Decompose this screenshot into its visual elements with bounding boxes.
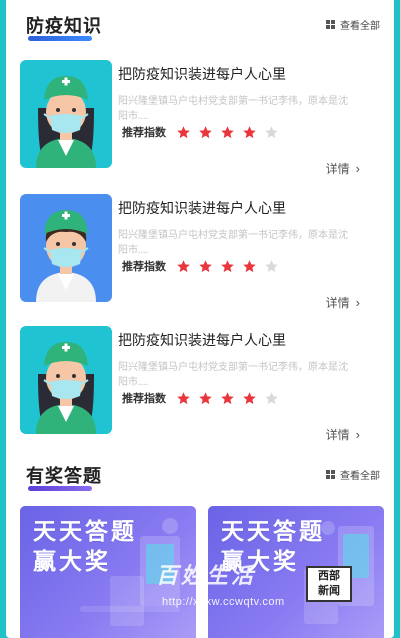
main-card: 防疫知识 查看全部 把防疫知识装进每户人心里 阳兴隆堡镇马户屯村党支部第一书记李…	[6, 0, 394, 638]
banner-1-line1: 天天答题	[33, 518, 137, 544]
star-filled-icon	[199, 391, 212, 404]
watermark-badge: 西部 新闻	[306, 566, 352, 602]
star-filled-icon	[243, 391, 256, 404]
knowledge-section-title: 防疫知识	[26, 16, 102, 36]
knowledge-title-underline	[28, 36, 92, 41]
quiz-title-underline	[28, 486, 92, 491]
article-rating: 推荐指数	[122, 124, 286, 140]
star-empty-icon	[265, 259, 278, 272]
watermark-url: http://xbxw.ccwqtv.com	[162, 596, 285, 608]
article-title[interactable]: 把防疫知识装进每户人心里	[118, 330, 378, 350]
star-filled-icon	[221, 391, 234, 404]
star-filled-icon	[243, 259, 256, 272]
article-description: 阳兴隆堡镇马户屯村党支部第一书记李伟，原本是沈阳市....	[118, 362, 348, 388]
article-description: 阳兴隆堡镇马户屯村党支部第一书记李伟，原本是沈阳市....	[118, 230, 348, 256]
banner-1-text: 天天答题 赢大奖	[33, 516, 137, 576]
chevron-right-icon: ›	[355, 161, 360, 176]
watermark-badge-line1: 西部	[318, 570, 340, 582]
chevron-right-icon: ›	[355, 427, 360, 442]
star-filled-icon	[177, 125, 190, 138]
article-title[interactable]: 把防疫知识装进每户人心里	[118, 64, 378, 84]
watermark-badge-line2: 新闻	[318, 585, 340, 597]
grid-icon	[326, 470, 335, 479]
article-title[interactable]: 把防疫知识装进每户人心里	[118, 198, 378, 218]
rating-label: 推荐指数	[122, 127, 166, 139]
star-filled-icon	[177, 391, 190, 404]
article-detail-link[interactable]: 详情 ›	[326, 160, 360, 177]
knowledge-view-all-button[interactable]: 查看全部	[326, 17, 380, 32]
detail-label: 详情	[325, 428, 350, 442]
star-filled-icon	[199, 125, 212, 138]
star-empty-icon	[265, 125, 278, 138]
article-item[interactable]: 把防疫知识装进每户人心里 阳兴隆堡镇马户屯村党支部第一书记李伟，原本是沈阳市..…	[6, 194, 394, 322]
rating-label: 推荐指数	[122, 261, 166, 273]
star-filled-icon	[199, 259, 212, 272]
star-filled-icon	[177, 259, 190, 272]
female-doctor-icon	[20, 326, 112, 434]
detail-label: 详情	[325, 162, 350, 176]
article-rating: 推荐指数	[122, 258, 286, 274]
article-description: 阳兴隆堡镇马户屯村党支部第一书记李伟，原本是沈阳市....	[118, 96, 348, 122]
grid-icon	[326, 20, 335, 29]
banner-1-line2: 赢大奖	[33, 548, 111, 574]
quiz-view-all-button[interactable]: 查看全部	[326, 467, 380, 482]
article-detail-link[interactable]: 详情 ›	[326, 426, 360, 443]
star-filled-icon	[221, 125, 234, 138]
star-filled-icon	[221, 259, 234, 272]
article-thumbnail[interactable]	[20, 326, 112, 434]
male-doctor-icon	[20, 194, 112, 302]
quiz-section-header: 有奖答题 查看全部	[6, 460, 394, 491]
article-thumbnail[interactable]	[20, 194, 112, 302]
article-detail-link[interactable]: 详情 ›	[326, 294, 360, 311]
knowledge-section-header: 防疫知识 查看全部	[6, 10, 394, 41]
detail-label: 详情	[325, 296, 350, 310]
article-item[interactable]: 把防疫知识装进每户人心里 阳兴隆堡镇马户屯村党支部第一书记李伟，原本是沈阳市..…	[6, 60, 394, 188]
view-all-label: 查看全部	[340, 21, 380, 32]
article-rating: 推荐指数	[122, 390, 286, 406]
view-all-label: 查看全部	[340, 471, 380, 482]
star-filled-icon	[243, 125, 256, 138]
quiz-section-title: 有奖答题	[26, 466, 102, 486]
article-thumbnail[interactable]	[20, 60, 112, 168]
watermark-name: 百姓生活	[156, 563, 257, 588]
rating-label: 推荐指数	[122, 393, 166, 405]
article-item[interactable]: 把防疫知识装进每户人心里 阳兴隆堡镇马户屯村党支部第一书记李伟，原本是沈阳市..…	[6, 326, 394, 454]
banner-2-line1: 天天答题	[221, 518, 325, 544]
chevron-right-icon: ›	[355, 295, 360, 310]
star-empty-icon	[265, 391, 278, 404]
female-doctor-icon	[20, 60, 112, 168]
site-watermark: 百姓生活 西部 新闻 http://xbxw.ccwqtv.com	[156, 558, 394, 638]
